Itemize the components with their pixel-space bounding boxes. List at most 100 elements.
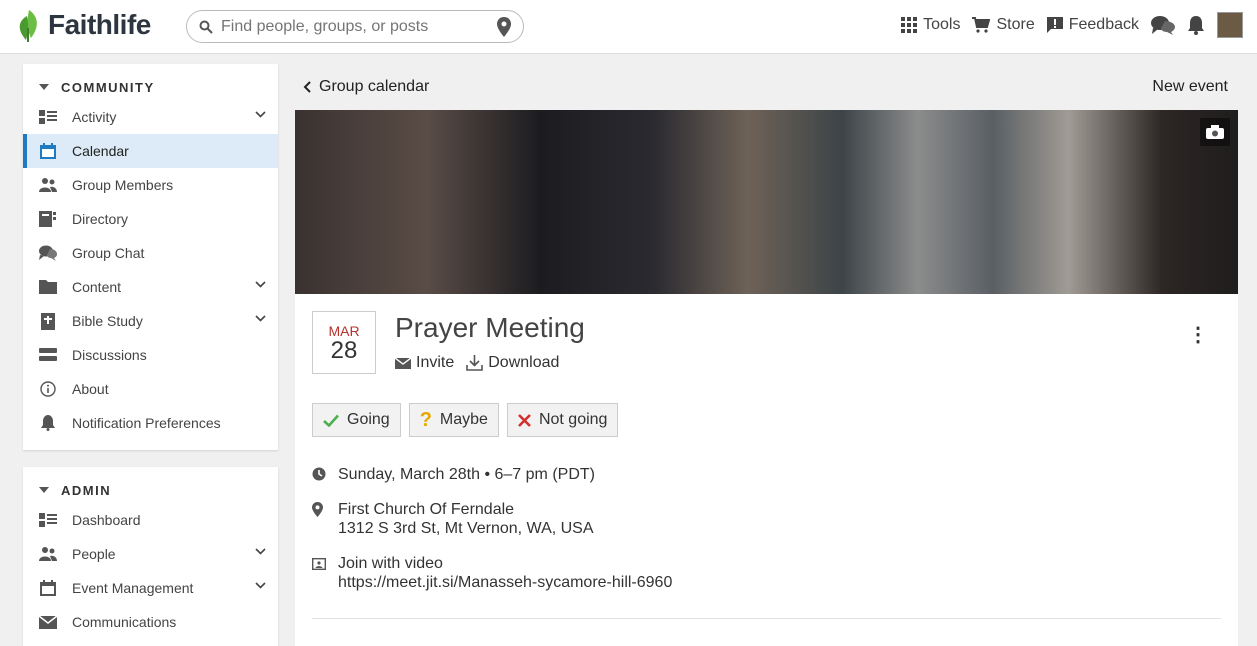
chevron-down-icon[interactable] <box>255 582 266 589</box>
admin-section-header[interactable]: ADMIN <box>23 477 278 503</box>
chevron-left-icon <box>303 81 311 93</box>
dashboard-icon <box>39 513 57 527</box>
event-location-row: First Church Of Ferndale 1312 S 3rd St, … <box>312 500 594 538</box>
sidebar-item-bible-study[interactable]: Bible Study <box>23 304 278 338</box>
back-to-group-calendar-link[interactable]: Group calendar <box>303 78 429 96</box>
admin-title: ADMIN <box>61 482 112 498</box>
event-day: 28 <box>330 337 358 364</box>
download-icon <box>466 355 484 371</box>
event-title: Prayer Meeting <box>395 312 585 343</box>
bible-icon <box>41 312 55 330</box>
sidebar-item-communications[interactable]: Communications <box>23 605 278 639</box>
rsvp-going-button[interactable]: Going <box>312 403 401 437</box>
checkmark-icon <box>323 414 339 427</box>
chevron-down-icon[interactable] <box>255 548 266 555</box>
user-avatar[interactable] <box>1217 12 1243 38</box>
store-label: Store <box>996 16 1035 33</box>
question-mark-icon: ? <box>419 408 432 431</box>
sidebar-item-label: Activity <box>72 109 117 125</box>
top-nav: Tools Store Feedback <box>901 12 1243 38</box>
notifications-bell-icon[interactable] <box>1187 15 1205 35</box>
sidebar-item-calendar[interactable]: Calendar <box>23 134 278 168</box>
faithlife-logo[interactable]: Faithlife <box>14 8 151 42</box>
calendar-icon <box>40 580 56 596</box>
feedback-icon <box>1046 17 1063 33</box>
new-event-button[interactable]: New event <box>1152 78 1228 96</box>
search-bar[interactable] <box>186 10 524 43</box>
divider <box>312 618 1221 619</box>
clock-icon <box>312 467 326 481</box>
x-icon <box>518 413 531 427</box>
chat-icon <box>39 245 57 261</box>
sidebar-item-label: Directory <box>72 211 129 227</box>
community-panel: COMMUNITY Activity Calendar Group Member… <box>23 64 278 450</box>
sidebar-item-label: Dashboard <box>72 512 141 528</box>
location-address[interactable]: 1312 S 3rd St, Mt Vernon, WA, USA <box>338 519 594 538</box>
messages-icon[interactable] <box>1151 15 1175 35</box>
grid-icon <box>901 17 918 33</box>
video-link[interactable]: https://meet.jit.si/Manasseh-sycamore-hi… <box>338 573 672 592</box>
sidebar-item-discussions[interactable]: Discussions <box>23 338 278 372</box>
sidebar-item-content[interactable]: Content <box>23 270 278 304</box>
community-section-header[interactable]: COMMUNITY <box>23 74 278 100</box>
sidebar-item-directory[interactable]: Directory <box>23 202 278 236</box>
rsvp-not-going-button[interactable]: Not going <box>506 403 619 437</box>
tools-button[interactable]: Tools <box>901 16 960 34</box>
sidebar-item-dashboard[interactable]: Dashboard <box>23 503 278 537</box>
search-input[interactable] <box>221 17 497 36</box>
feedback-button[interactable]: Feedback <box>1046 16 1139 34</box>
chevron-down-icon[interactable] <box>255 111 266 118</box>
location-name[interactable]: First Church Of Ferndale <box>338 500 594 519</box>
top-bar: Faithlife Tools Store <box>0 0 1257 54</box>
invite-button[interactable]: Invite <box>395 354 454 372</box>
members-icon <box>39 178 57 192</box>
rsvp-buttons: Going ? Maybe Not going <box>312 403 619 437</box>
sidebar-item-event-management[interactable]: Event Management <box>23 571 278 605</box>
event-video-row: Join with video https://meet.jit.si/Mana… <box>311 554 672 592</box>
sidebar-item-notification-preferences[interactable]: Notification Preferences <box>23 406 278 440</box>
sidebar-item-label: Calendar <box>72 143 129 159</box>
invite-label: Invite <box>416 354 455 371</box>
download-label: Download <box>488 354 560 371</box>
going-label: Going <box>347 411 390 428</box>
sidebar-item-label: Event Management <box>72 580 194 596</box>
event-month: MAR <box>328 323 360 339</box>
rsvp-maybe-button[interactable]: ? Maybe <box>408 403 499 437</box>
calendar-icon <box>40 143 56 159</box>
change-banner-button[interactable] <box>1200 118 1230 146</box>
sidebar-item-people[interactable]: People <box>23 537 278 571</box>
sidebar-item-group-chat[interactable]: Group Chat <box>23 236 278 270</box>
sidebar-item-about[interactable]: About <box>23 372 278 406</box>
event-datetime: Sunday, March 28th • 6–7 pm (PDT) <box>338 466 595 483</box>
sidebar-item-label: Bible Study <box>72 313 143 329</box>
video-icon <box>311 557 327 571</box>
location-pin-icon[interactable] <box>497 16 511 37</box>
not-going-label: Not going <box>538 411 608 428</box>
more-options-icon[interactable]: ⋮ <box>1188 322 1208 347</box>
activity-icon <box>39 110 57 124</box>
search-icon <box>199 20 213 34</box>
download-button[interactable]: Download <box>466 354 559 372</box>
location-pin-icon <box>312 502 323 517</box>
event-actions: Invite Download <box>395 354 559 372</box>
people-icon <box>39 547 57 561</box>
sidebar-item-label: Discussions <box>72 347 147 363</box>
back-label: Group calendar <box>319 78 430 95</box>
sidebar-item-label: People <box>72 546 116 562</box>
envelope-icon <box>395 357 411 369</box>
feedback-label: Feedback <box>1068 16 1139 33</box>
event-banner-image <box>295 110 1238 294</box>
sidebar-item-group-members[interactable]: Group Members <box>23 168 278 202</box>
tools-label: Tools <box>923 16 961 33</box>
chevron-down-icon[interactable] <box>255 281 266 288</box>
caret-down-icon <box>39 487 49 493</box>
event-details-card: MAR 28 Prayer Meeting Invite Download ⋮ … <box>295 294 1238 646</box>
chevron-down-icon[interactable] <box>255 315 266 322</box>
info-icon <box>40 381 56 397</box>
community-title: COMMUNITY <box>61 79 155 95</box>
logo-text: Faithlife <box>48 9 151 40</box>
camera-icon <box>1206 125 1224 139</box>
sidebar-item-activity[interactable]: Activity <box>23 100 278 134</box>
envelope-icon <box>39 615 57 629</box>
store-button[interactable]: Store <box>972 16 1035 34</box>
